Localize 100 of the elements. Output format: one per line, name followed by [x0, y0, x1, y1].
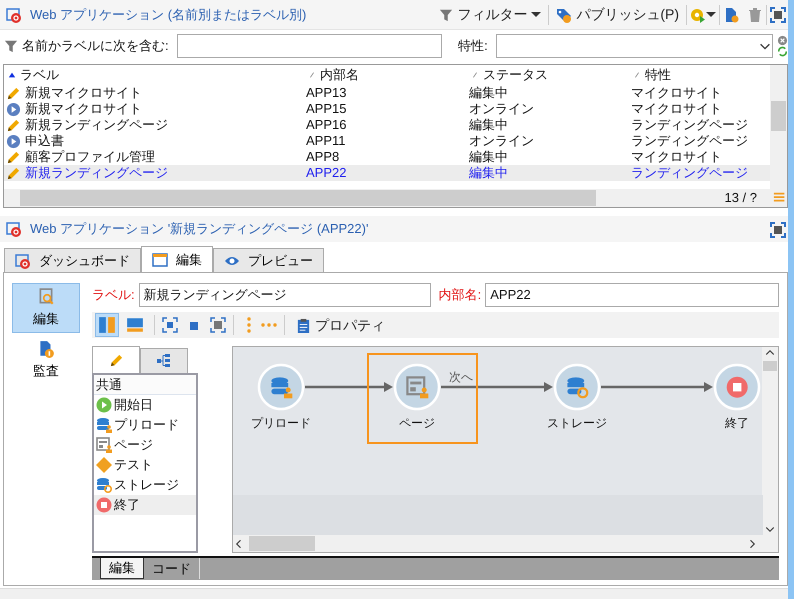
tag-icon — [556, 6, 572, 22]
table-cell-text: 編集中 — [468, 165, 509, 181]
table-cell: 新規ランディングページ — [25, 117, 168, 133]
attribute-dropdown[interactable] — [496, 34, 773, 58]
scrollbar-thumb[interactable] — [20, 190, 596, 206]
tab[interactable]: ダッシュボード — [4, 248, 141, 272]
fit-icon[interactable] — [162, 317, 178, 333]
refresh-icon[interactable] — [777, 46, 788, 57]
table-cell-text: ランディングページ — [630, 133, 749, 149]
stop-icon — [726, 376, 748, 398]
node-label: ページ — [399, 416, 435, 430]
maximize-icon[interactable] — [770, 222, 786, 238]
node-label: ストレージ — [547, 416, 607, 430]
database-icon — [96, 417, 112, 433]
diamond-icon — [96, 457, 112, 473]
app-icon — [15, 252, 31, 268]
play-icon — [96, 397, 112, 413]
column-header[interactable]: ラベル — [20, 65, 59, 85]
scrollbar-thumb[interactable] — [763, 361, 777, 371]
database-sync-icon — [567, 377, 588, 398]
layout-button[interactable] — [95, 313, 119, 337]
node-label: プリロード — [251, 416, 311, 430]
panel-title: Web アプリケーション (名前別またはラベル別) — [30, 6, 306, 24]
table-cell-text: オンライン — [468, 101, 535, 117]
app-icon — [6, 221, 22, 237]
maximize-icon[interactable] — [770, 6, 786, 22]
filter-button[interactable]: フィルター — [435, 2, 546, 26]
table-cell-text: APP15 — [305, 101, 348, 117]
pencil-icon — [6, 118, 21, 132]
pager-text: 13 / ? — [724, 189, 757, 208]
properties-button[interactable]: プロパティ — [292, 313, 389, 337]
field-label: 内部名: — [438, 286, 482, 304]
tab[interactable]: 編集 — [141, 246, 213, 272]
column-header[interactable]: ステータス — [483, 65, 548, 85]
caret-icon — [531, 12, 542, 17]
table-cell-text: ランディングページ — [630, 117, 749, 133]
pencil-icon — [6, 166, 21, 180]
caret-icon — [706, 12, 716, 17]
table-cell: 申込書 — [25, 133, 64, 149]
column-header[interactable]: 内部名 — [320, 65, 359, 85]
side-nav-button[interactable]: 監査 — [12, 335, 80, 385]
label-field[interactable]: 新規ランディングページ — [138, 283, 431, 307]
vertical-scrollbar[interactable] — [762, 347, 778, 535]
table-cell: 顧客プロファイル管理 — [25, 149, 155, 165]
scrollbar-thumb[interactable] — [249, 536, 315, 551]
scrollbar-thumb[interactable] — [771, 101, 786, 131]
side-nav-button[interactable]: 編集 — [12, 283, 80, 333]
filter-icon — [4, 38, 18, 54]
node-label: 終了 — [725, 416, 749, 430]
panel-title: Web アプリケーション '新規ランディングページ (APP22)' — [30, 220, 368, 238]
table-cell-text: APP16 — [305, 117, 348, 133]
database-sync-icon — [96, 477, 112, 493]
search-page-icon — [37, 288, 55, 306]
table-cell-text: マイクロサイト — [630, 101, 723, 117]
new-document-icon[interactable] — [723, 6, 739, 22]
database-icon — [271, 377, 292, 398]
delete-icon[interactable] — [747, 6, 763, 22]
attribute-label: 特性: — [458, 37, 488, 56]
internal-name-field[interactable]: APP22 — [485, 283, 779, 307]
table-cell: 新規マイクロサイト — [25, 101, 142, 117]
horizontal-scrollbar[interactable] — [233, 535, 778, 552]
palette-item[interactable]: 終了 — [94, 495, 196, 515]
publish-button[interactable]: パブリッシュ(P) — [552, 2, 683, 26]
tab[interactable]: 編集 — [100, 558, 144, 579]
workflow-node[interactable] — [394, 364, 440, 410]
pencil-icon — [108, 352, 124, 368]
gear-icon[interactable] — [690, 6, 706, 22]
filter-label: 名前かラベルに次を含む: — [22, 37, 169, 56]
table-cell-text: APP11 — [305, 133, 347, 149]
palette-item[interactable]: ストレージ — [94, 475, 196, 495]
table-cell-text: 編集中 — [468, 149, 509, 165]
tab[interactable]: コード — [144, 558, 200, 579]
tab[interactable]: プレビュー — [213, 248, 324, 272]
page-icon — [407, 377, 428, 398]
palette-header: 共通 — [94, 375, 196, 395]
clear-icon[interactable] — [777, 35, 788, 46]
palette-item[interactable]: テスト — [94, 455, 196, 475]
table-cell-text: APP22 — [305, 165, 348, 181]
table-cell-text: APP8 — [305, 149, 340, 165]
tree-icon — [156, 353, 172, 369]
table-cell: 新規ランディングページ — [25, 165, 168, 181]
page-icon — [96, 437, 112, 453]
column-header[interactable]: 特性 — [645, 65, 671, 85]
palette-item[interactable]: ページ — [94, 435, 196, 455]
table-cell-text: ランディングページ — [630, 165, 749, 181]
stop-icon — [96, 497, 112, 513]
play-icon — [6, 134, 21, 148]
window-icon — [152, 252, 168, 268]
table-cell-text: 編集中 — [468, 117, 509, 133]
palette-tab[interactable] — [140, 348, 188, 373]
palette-tab[interactable] — [92, 346, 140, 373]
palette-item[interactable]: プリロード — [94, 415, 196, 435]
play-icon — [6, 102, 21, 116]
table-cell-text: 編集中 — [468, 85, 509, 101]
palette-item[interactable]: 開始日 — [94, 395, 196, 415]
transition-label: 次へ — [449, 370, 473, 384]
name-filter-field[interactable] — [176, 34, 442, 58]
table-cell-text: マイクロサイト — [630, 149, 723, 165]
vertical-scrollbar[interactable] — [770, 65, 787, 189]
zoom-fit-icon[interactable] — [210, 317, 226, 333]
